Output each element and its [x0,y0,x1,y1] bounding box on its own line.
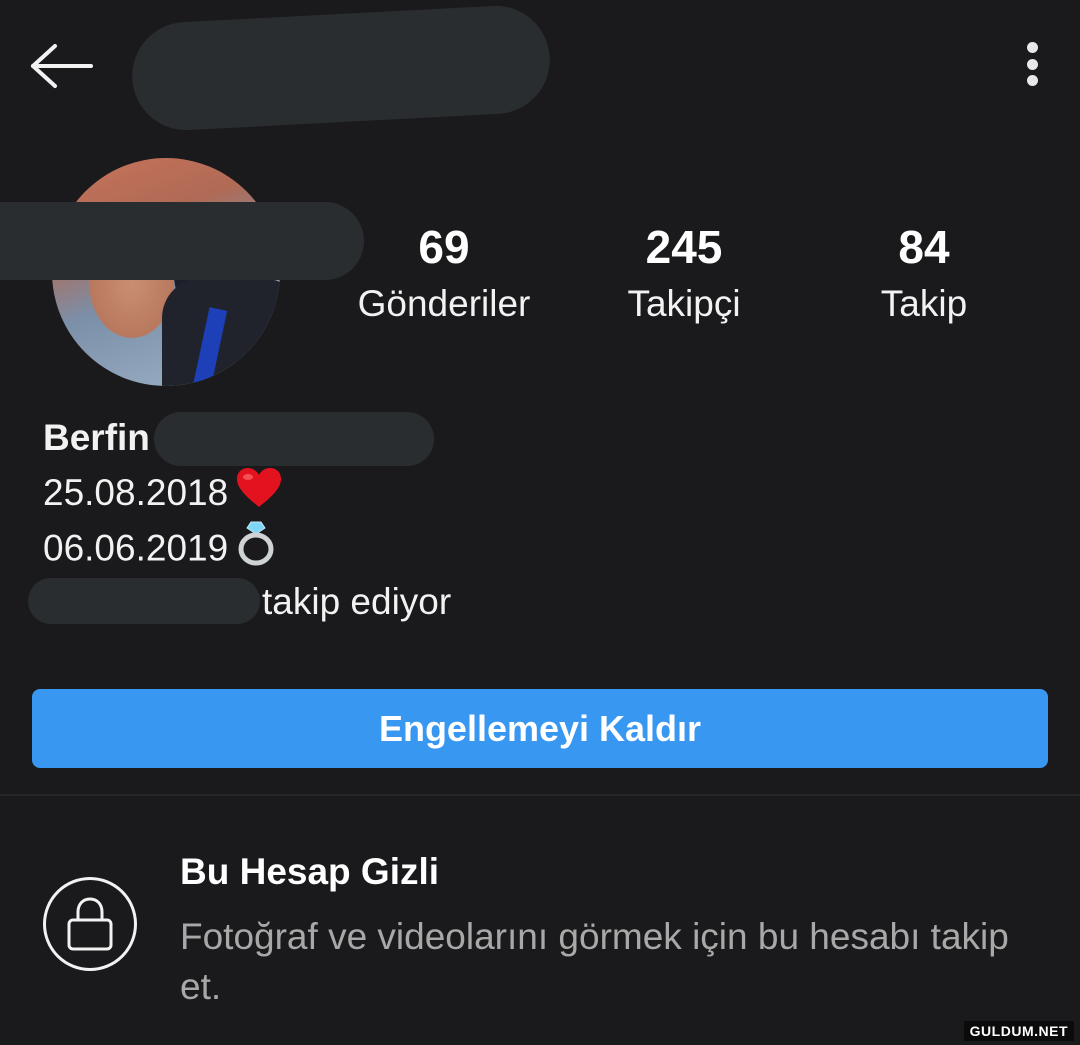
more-options-button[interactable] [1010,38,1054,90]
private-lock-badge [43,877,137,971]
more-vertical-icon [1026,42,1038,53]
arrow-left-icon [31,44,93,88]
redacted-surname [154,412,434,466]
watermark-logo: GULDUM.NET [963,1021,1074,1041]
followers-label: Takipçi [627,283,741,324]
bio-line-1: 25.08.2018 [43,465,282,520]
private-account-description: Fotoğraf ve videolarını görmek için bu h… [180,916,1009,1007]
ring-icon [236,520,276,581]
back-button[interactable] [22,34,102,98]
following-count: 84 [898,221,950,273]
followers-count: 245 [645,221,723,273]
private-account-title: Bu Hesap Gizli [180,851,440,892]
lock-icon [67,897,113,951]
heart-icon [236,467,282,524]
stat-followers[interactable]: 245 Takipçi [574,220,794,334]
bio-date-2: 06.06.2019 [43,527,229,569]
redacted-username [129,3,553,133]
bio-date-1: 25.08.2018 [43,472,229,513]
unblock-button[interactable]: Engellemeyi Kaldır [32,689,1048,768]
followed-by-text[interactable]: takip ediyor [262,574,451,629]
redacted-follower-name [28,578,260,624]
bio-line-2: 06.06.2019 [43,520,282,575]
redacted-avatar-overlay [0,202,364,280]
profile-screen: 69 Gönderiler 245 Takipçi 84 Takip Berfi… [0,0,1080,1045]
stat-posts[interactable]: 69 Gönderiler [334,220,554,334]
posts-label: Gönderiler [357,283,531,324]
section-divider [0,794,1080,796]
stat-following[interactable]: 84 Takip [814,220,1034,334]
following-label: Takip [880,283,968,324]
posts-count: 69 [418,221,470,273]
